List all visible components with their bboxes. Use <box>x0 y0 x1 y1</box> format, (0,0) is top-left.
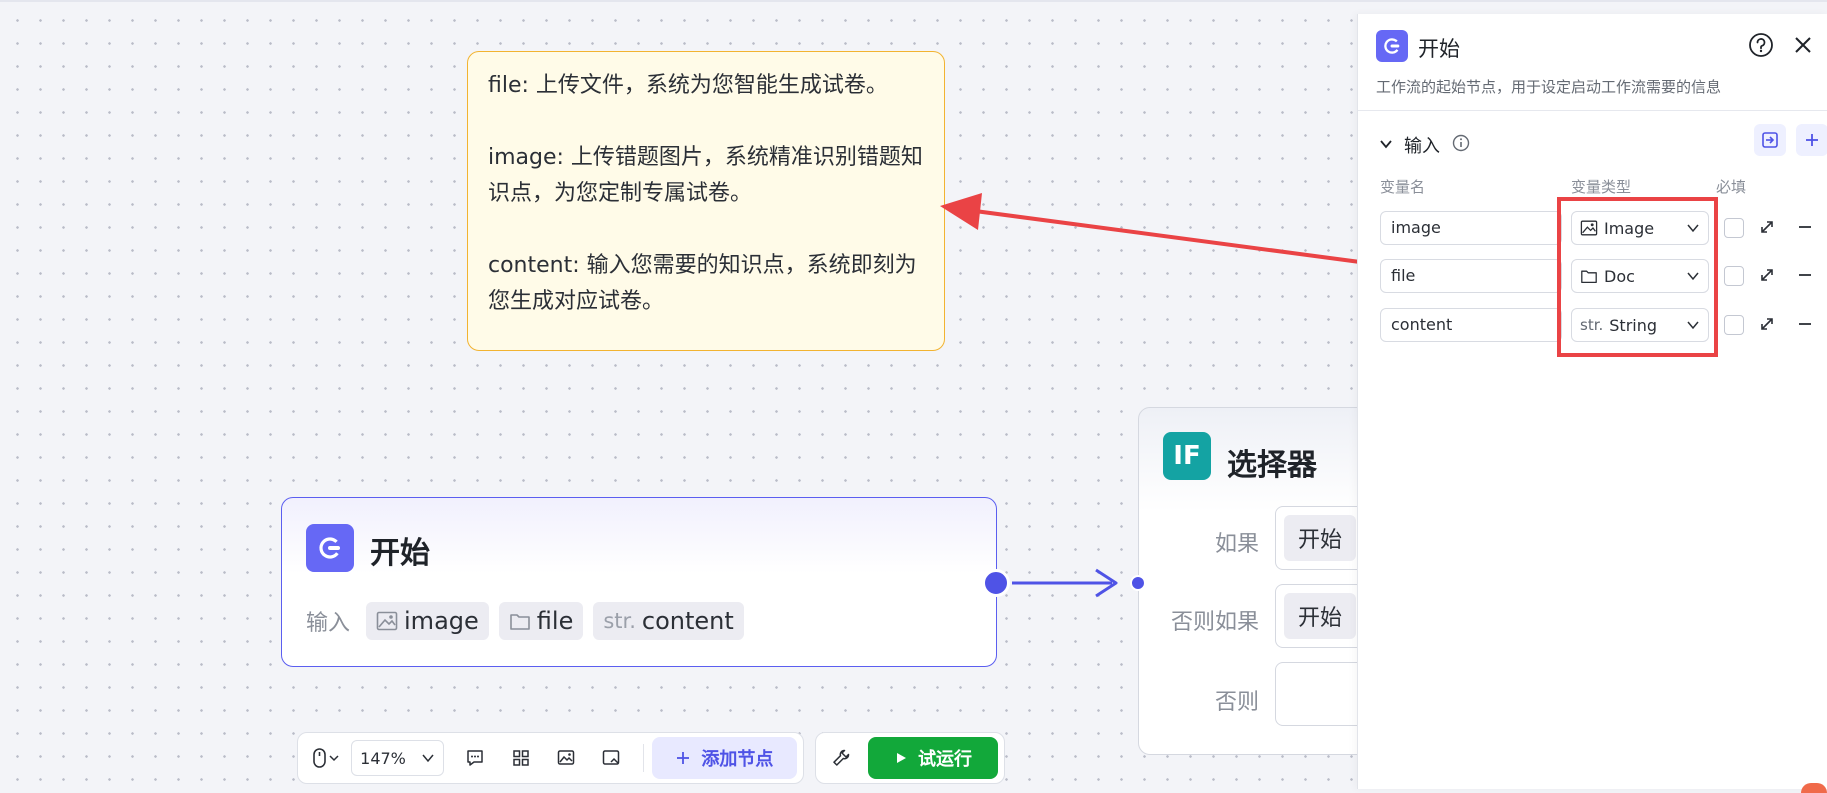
remove-icon[interactable] <box>1796 266 1814 284</box>
import-icon <box>1762 132 1778 148</box>
required-checkbox[interactable] <box>1724 266 1744 286</box>
condition-elif-ref: 开始 <box>1284 593 1357 639</box>
inputs-section-title[interactable]: 输入 <box>1404 132 1440 158</box>
annotation-note[interactable]: file: 上传文件，系统为您智能生成试卷。 image: 上传错题图片，系统精… <box>467 51 945 351</box>
chevron-down-icon <box>422 754 434 763</box>
if-icon: IF <box>1163 432 1211 480</box>
start-node-inputs-label: 输入 <box>306 611 351 636</box>
expand-icon[interactable] <box>1758 218 1776 236</box>
red-pointer-arrow <box>940 193 1361 264</box>
image-icon <box>557 750 575 765</box>
add-node-button[interactable]: 添加节点 <box>651 737 797 779</box>
expand-icon[interactable] <box>1758 266 1776 284</box>
close-icon[interactable] <box>1792 34 1814 56</box>
required-checkbox[interactable] <box>1724 218 1744 238</box>
note-line-content: content: 输入您需要的知识点，系统即刻为您生成对应试卷。 <box>488 253 917 314</box>
image-icon <box>376 611 398 631</box>
variable-name-input[interactable]: image <box>1380 211 1562 245</box>
comment-icon <box>467 750 484 766</box>
start-node[interactable]: 开始 输入 image file str. content <box>281 497 997 667</box>
input-tag-image: image <box>366 602 489 640</box>
add-variable-button[interactable] <box>1796 124 1827 156</box>
grid-icon <box>512 750 529 766</box>
minimap-button[interactable] <box>594 740 629 776</box>
edge-start-to-selector <box>1012 568 1118 598</box>
help-icon[interactable] <box>1748 32 1774 58</box>
input-tag-file: file <box>498 602 584 640</box>
panel-divider <box>1358 110 1827 111</box>
variable-name-input[interactable]: content <box>1380 308 1562 342</box>
input-tag-content: str. content <box>593 602 744 640</box>
play-icon <box>897 753 906 763</box>
mouse-icon <box>312 748 339 768</box>
start-icon <box>1376 30 1408 62</box>
panel-description: 工作流的起始节点，用于设定启动工作流需要的信息 <box>1376 78 1722 96</box>
expand-icon[interactable] <box>1758 315 1776 333</box>
type-column-highlight <box>1557 197 1718 357</box>
import-variables-button[interactable] <box>1754 124 1786 156</box>
start-node-output-handle[interactable] <box>982 569 1010 597</box>
required-checkbox[interactable] <box>1724 315 1744 335</box>
mouse-mode-button[interactable] <box>304 740 347 776</box>
image-export-button[interactable] <box>548 740 583 776</box>
toolbar-divider <box>642 744 644 772</box>
condition-if-ref: 开始 <box>1284 515 1357 561</box>
info-icon[interactable] <box>1452 134 1470 152</box>
debug-settings-button[interactable] <box>822 740 860 776</box>
remove-icon[interactable] <box>1796 315 1814 333</box>
selector-input-handle[interactable] <box>1130 575 1146 591</box>
folder-icon <box>509 614 530 630</box>
note-line-image: image: 上传错题图片，系统精准识别错题知识点，为您定制专属试卷。 <box>488 145 923 206</box>
column-variable-type: 变量类型 <box>1571 178 1632 196</box>
condition-else-label: 否则 <box>1214 690 1259 715</box>
note-line-file: file: 上传文件，系统为您智能生成试卷。 <box>488 73 888 98</box>
zoom-select[interactable]: 147% <box>351 740 444 776</box>
layout-button[interactable] <box>503 740 538 776</box>
plus-icon <box>677 752 690 764</box>
start-node-title: 开始 <box>370 536 430 571</box>
canvas-top-border <box>0 0 1827 2</box>
variable-name-input[interactable]: file <box>1380 259 1562 293</box>
column-required: 必填 <box>1716 178 1747 196</box>
wrench-icon <box>833 749 850 766</box>
run-toolbar: 试运行 <box>815 732 1005 784</box>
canvas-toolbar: 147% 添加节点 <box>297 732 804 784</box>
panel-title: 开始 <box>1418 37 1460 61</box>
selector-node-title: 选择器 <box>1227 448 1317 483</box>
column-variable-name: 变量名 <box>1380 178 1426 196</box>
condition-elif-label: 否则如果 <box>1170 610 1259 635</box>
assistant-badge[interactable] <box>1801 783 1827 793</box>
condition-if-label: 如果 <box>1214 532 1259 557</box>
comment-button[interactable] <box>458 740 493 776</box>
map-icon <box>602 750 620 765</box>
plus-icon <box>1806 134 1818 146</box>
test-run-button[interactable]: 试运行 <box>868 737 998 779</box>
remove-icon[interactable] <box>1796 218 1814 236</box>
properties-panel: 开始 工作流的起始节点，用于设定启动工作流需要的信息 输入 变量名 变量类型 必… <box>1357 14 1827 789</box>
chevron-down-icon[interactable] <box>1378 136 1394 152</box>
start-node-icon <box>306 524 354 572</box>
